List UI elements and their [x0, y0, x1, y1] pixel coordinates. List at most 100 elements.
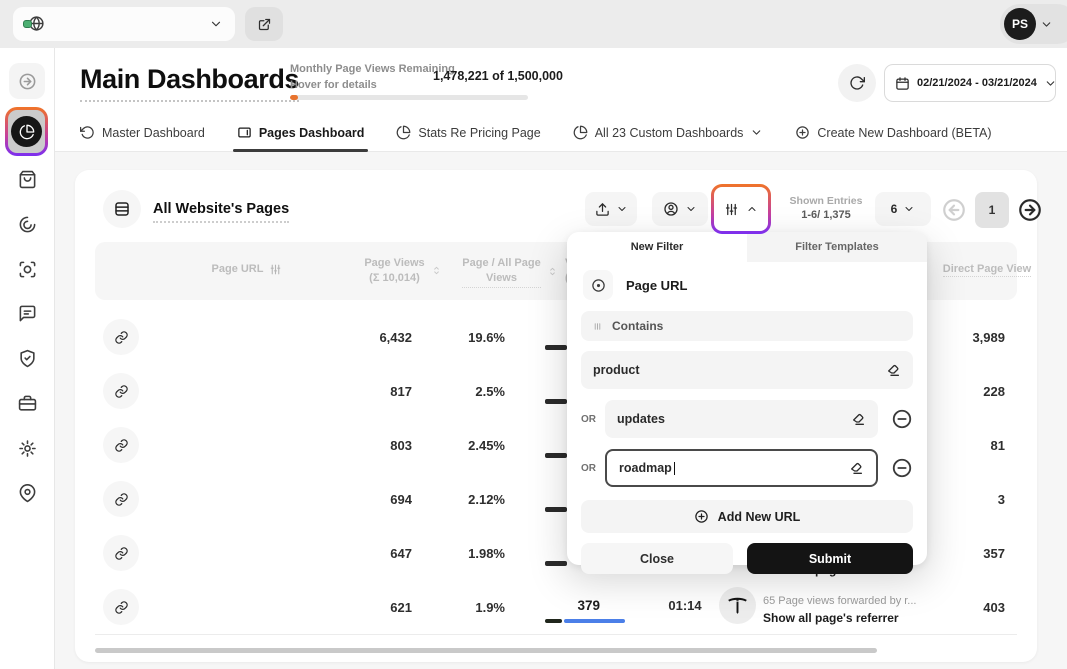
date-range-value: 02/21/2024 - 03/21/2024 [917, 77, 1037, 89]
tab-custom-dashboards[interactable]: All 23 Custom Dashboards [573, 114, 764, 151]
briefcase-icon [18, 394, 37, 413]
page-link-button[interactable] [103, 427, 139, 463]
filter-value-text: roadmap [619, 461, 672, 475]
quota-label: Monthly Page Views Remaining [290, 62, 455, 78]
column-label: Page Views (Σ 10,014) [364, 256, 424, 286]
tab-master-dashboard[interactable]: Master Dashboard [80, 114, 205, 151]
or-label: OR [581, 463, 605, 474]
sidebar-item-security[interactable] [9, 340, 45, 376]
table-bottom-divider [95, 634, 1017, 635]
quota-progress-fill [290, 95, 298, 100]
direct-views-value: 403 [925, 600, 1005, 615]
filter-field-row[interactable]: Page URL [567, 262, 927, 306]
eraser-icon[interactable] [885, 362, 901, 378]
sidebar-item-recordings[interactable] [9, 251, 45, 287]
chevron-down-icon [209, 17, 223, 31]
sidebar-item-settings[interactable] [9, 430, 45, 466]
page-link-button[interactable] [103, 481, 139, 517]
dashboards-active-badge [11, 116, 42, 147]
tab-stats-pricing[interactable]: Stats Re Pricing Page [396, 114, 540, 151]
sidebar-item-dashboards[interactable] [8, 110, 45, 153]
sidebar-item-store[interactable] [9, 161, 45, 197]
tab-pages-dashboard[interactable]: Pages Dashboard [237, 114, 365, 151]
tab-create-dashboard[interactable]: Create New Dashboard (BETA) [795, 114, 991, 151]
account-menu[interactable]: PS [1000, 4, 1067, 44]
filter-value-input-3[interactable]: roadmap [605, 449, 878, 487]
column-page-all-views[interactable]: Page / All Page Views [450, 256, 570, 288]
chevron-up-icon [746, 203, 758, 215]
tab-label: Stats Re Pricing Page [418, 126, 540, 140]
page-size-select[interactable]: 6 [875, 192, 931, 226]
quota-labels: Monthly Page Views Remaining Hover for d… [290, 62, 455, 94]
eraser-icon[interactable] [848, 460, 864, 476]
pie-chart-icon [573, 125, 588, 140]
arrow-right-circle-icon [18, 72, 37, 91]
add-new-url-button[interactable]: Add New URL [581, 500, 913, 533]
quota-progress-bar [290, 95, 528, 100]
page-views-value: 6,432 [312, 330, 412, 345]
page-title: Main Dashboards [80, 64, 299, 102]
sidebar-item-expand[interactable] [9, 63, 45, 99]
column-label: Page URL [212, 262, 264, 277]
pie-chart-icon [396, 125, 411, 140]
sidebar-item-workspace[interactable] [9, 385, 45, 421]
previous-page-button[interactable] [941, 197, 967, 223]
filter-button[interactable] [714, 187, 768, 231]
remove-value-button[interactable] [891, 457, 913, 479]
target-icon [583, 270, 613, 300]
show-referrer-link[interactable]: Show all page's referrer [763, 611, 899, 625]
sidebar-item-locations[interactable] [9, 475, 45, 511]
workspace-selector[interactable] [13, 7, 235, 41]
page-link-button[interactable] [103, 373, 139, 409]
page-pct-value: 2.12% [425, 492, 505, 507]
column-page-views[interactable]: Page Views (Σ 10,014) [343, 256, 463, 286]
top-bar: PS [0, 0, 1067, 48]
eraser-icon[interactable] [850, 411, 866, 427]
column-direct-page-view[interactable]: Direct Page View [927, 262, 1047, 277]
next-page-button[interactable] [1017, 197, 1043, 223]
page-link-button[interactable] [103, 589, 139, 625]
remove-value-button[interactable] [891, 408, 913, 430]
annotation-highlight-sidebar [5, 107, 48, 156]
visitors-mini-bar [545, 453, 567, 458]
bars-icon [592, 321, 603, 332]
direct-views-value: 3,989 [925, 330, 1005, 345]
page-link-button[interactable] [103, 319, 139, 355]
plus-circle-icon [795, 125, 810, 140]
refresh-icon [849, 75, 865, 91]
filter-or-row: OR roadmap [581, 449, 913, 487]
card-title: All Website's Pages [153, 201, 289, 223]
date-range-picker[interactable]: 02/21/2024 - 03/21/2024 [884, 64, 1056, 102]
current-page[interactable]: 1 [975, 192, 1009, 228]
open-site-button[interactable] [245, 7, 283, 41]
sidebar-item-sessions[interactable] [9, 206, 45, 242]
filter-value-input-1[interactable]: product [581, 351, 913, 389]
filter-field-label: Page URL [626, 278, 687, 293]
page-link-button[interactable] [103, 535, 139, 571]
history-icon [80, 125, 95, 140]
sort-icon [547, 266, 558, 277]
external-link-icon [257, 17, 272, 32]
visitor-segment-button[interactable] [652, 192, 708, 226]
sort-icon [431, 265, 442, 276]
filter-value-input-2[interactable]: updates [605, 400, 878, 438]
visitors-mini-bar [545, 507, 567, 512]
shown-entries-label: Shown Entries [781, 194, 871, 208]
export-button[interactable] [585, 192, 637, 226]
add-new-url-label: Add New URL [718, 510, 801, 524]
submit-button[interactable]: Submit [747, 543, 913, 574]
refresh-button[interactable] [838, 64, 876, 102]
close-button[interactable]: Close [581, 543, 733, 574]
gear-icon [18, 439, 37, 458]
tab-new-filter[interactable]: New Filter [567, 232, 747, 262]
tab-filter-templates[interactable]: Filter Templates [747, 232, 927, 262]
column-page-url[interactable]: Page URL [187, 262, 307, 277]
filter-condition-select[interactable]: Contains [581, 311, 913, 341]
pie-chart-icon [19, 124, 35, 140]
sidebar-item-feedback[interactable] [9, 295, 45, 331]
avatar: PS [1004, 8, 1036, 40]
visitors-mini-bar [545, 345, 567, 350]
text-caret [674, 462, 676, 475]
horizontal-scrollbar[interactable] [95, 648, 877, 653]
direct-views-value: 357 [925, 546, 1005, 561]
